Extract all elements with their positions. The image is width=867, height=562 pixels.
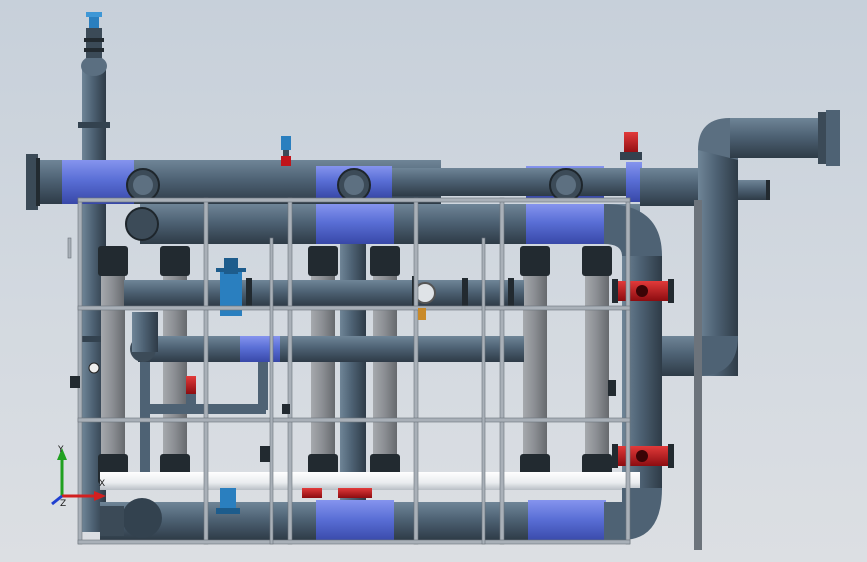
bottom-valve-blue[interactable] — [216, 488, 240, 514]
red-butterfly-valve[interactable] — [612, 444, 674, 468]
pipe-assembly-model[interactable]: Y X Z — [0, 0, 867, 562]
red-butterfly-valve[interactable] — [612, 279, 674, 303]
bottom-return-header[interactable] — [100, 488, 662, 542]
x-axis-label: X — [99, 479, 105, 489]
membrane-module — [585, 262, 609, 462]
air-release-valve-centre[interactable] — [281, 136, 291, 166]
membrane-module — [101, 262, 125, 462]
sample-valve-red[interactable] — [186, 376, 196, 414]
white-permeate-pipe[interactable] — [100, 472, 640, 490]
pressure-relief-valve-red[interactable] — [620, 132, 642, 160]
air-release-valve-icon — [86, 12, 102, 28]
cad-viewport[interactable]: Y X Z — [0, 0, 867, 562]
membrane-module — [523, 262, 547, 462]
y-axis-label: Y — [57, 445, 64, 455]
z-axis-label: Z — [60, 499, 66, 509]
middle-concentrate-header[interactable] — [124, 276, 524, 310]
